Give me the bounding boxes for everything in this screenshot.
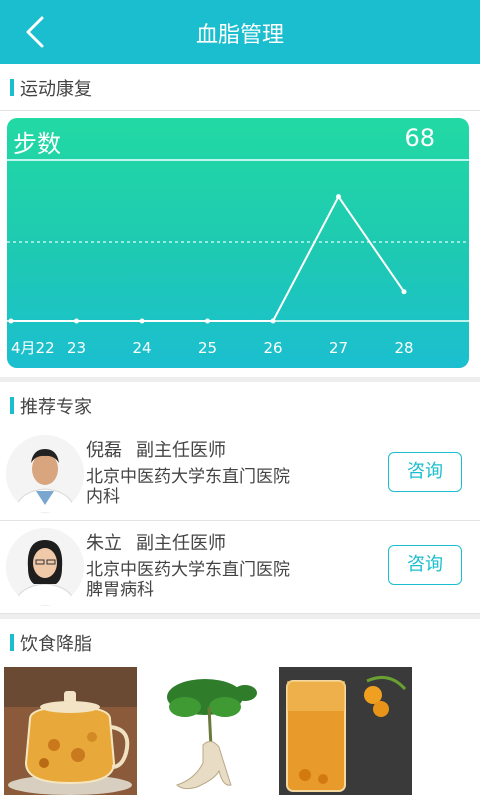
steps-chart-card[interactable]: 4月22 23 24 25 26 27 28 步数 68 <box>7 118 469 368</box>
avatar <box>6 435 84 513</box>
section-title-exercise: 运动康复 <box>20 79 92 100</box>
ginseng-image[interactable] <box>139 667 277 795</box>
section-marker <box>10 634 14 651</box>
page-title: 血脂管理 <box>195 23 284 48</box>
data-point <box>401 289 407 295</box>
data-point <box>74 318 79 324</box>
section-title-experts: 推荐专家 <box>20 397 92 418</box>
expert-name-line: 朱立 副主任医师 <box>86 529 226 555</box>
data-point <box>139 318 145 324</box>
diet-image-strip <box>0 665 480 800</box>
expert-list: 倪磊 副主任医师 北京中医药大学东直门医院 内科 咨询 朱立 副主任医师 北京中医药… <box>0 428 480 614</box>
expert-department: 内科 <box>86 487 120 507</box>
x-tick-label: 26 <box>263 339 282 357</box>
chart-current-value: 68 <box>404 124 435 152</box>
steps-line-chart: 4月22 23 24 25 26 27 28 <box>7 159 469 357</box>
section-header-diet: 饮食降脂 <box>0 619 480 666</box>
section-marker <box>10 79 14 96</box>
data-point <box>270 318 276 324</box>
x-tick-label: 23 <box>67 339 86 357</box>
data-point <box>205 318 210 324</box>
expert-department: 脾胃病科 <box>86 580 154 600</box>
juice-drink-image[interactable] <box>279 667 412 795</box>
series-line <box>11 194 405 322</box>
section-header-experts: 推荐专家 <box>0 382 480 429</box>
expert-name: 倪磊 <box>86 440 122 461</box>
expert-affiliation: 北京中医药大学东直门医院 脾胃病科 <box>86 560 290 600</box>
section-header-exercise: 运动康复 <box>0 64 480 111</box>
x-tick-label: 27 <box>329 339 348 357</box>
herbal-tea-image[interactable] <box>4 667 137 795</box>
expert-rank: 副主任医师 <box>136 440 226 461</box>
x-tick-label: 24 <box>132 339 151 357</box>
avatar <box>6 528 84 606</box>
expert-name: 朱立 <box>86 533 122 554</box>
expert-name-line: 倪磊 副主任医师 <box>86 436 226 462</box>
consult-button[interactable]: 咨询 <box>388 545 462 585</box>
expert-row[interactable]: 朱立 副主任医师 北京中医药大学东直门医院 脾胃病科 咨询 <box>0 521 480 614</box>
expert-hospital: 北京中医药大学东直门医院 <box>86 467 290 487</box>
section-marker <box>10 397 14 414</box>
expert-row[interactable]: 倪磊 副主任医师 北京中医药大学东直门医院 内科 咨询 <box>0 428 480 521</box>
data-point <box>336 194 341 200</box>
expert-hospital: 北京中医药大学东直门医院 <box>86 560 290 580</box>
data-point <box>8 318 14 324</box>
x-tick-label: 25 <box>198 339 217 357</box>
section-title-diet: 饮食降脂 <box>20 634 92 655</box>
chart-title: 步数 <box>13 130 61 158</box>
x-tick-label: 28 <box>394 339 413 357</box>
top-bar: 血脂管理 <box>0 0 480 64</box>
x-tick-label: 4月22 <box>11 339 55 357</box>
chart-container: 4月22 23 24 25 26 27 28 步数 68 <box>0 111 480 377</box>
expert-affiliation: 北京中医药大学东直门医院 内科 <box>86 467 290 507</box>
consult-button[interactable]: 咨询 <box>388 452 462 492</box>
expert-rank: 副主任医师 <box>136 533 226 554</box>
